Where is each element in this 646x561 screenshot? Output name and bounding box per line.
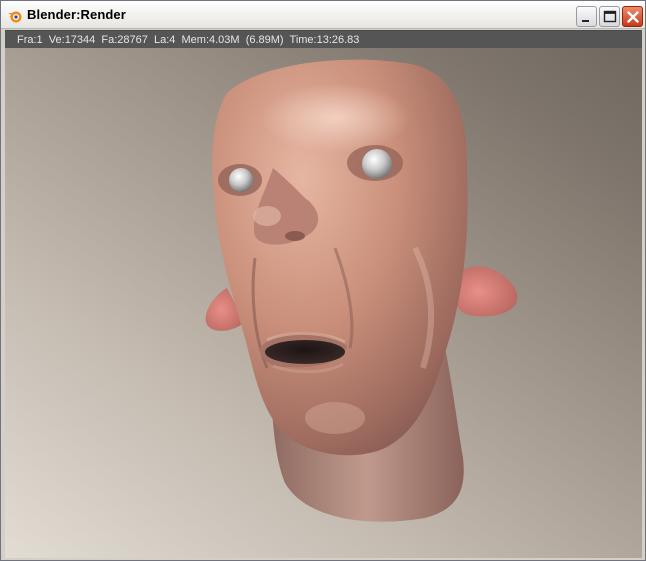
window-title: Blender:Render: [27, 7, 126, 22]
title-bar[interactable]: Blender:Render: [1, 1, 645, 29]
minimize-icon: [582, 20, 589, 22]
render-viewport: [5, 48, 642, 558]
blender-render-window: Blender:Render Fra:1 Ve:17344 Fa:28767 L…: [0, 0, 646, 561]
close-button[interactable]: [622, 6, 643, 27]
close-icon: [627, 11, 639, 23]
blender-logo-icon: [7, 8, 23, 24]
render-status-bar: Fra:1 Ve:17344 Fa:28767 La:4 Mem:4.03M (…: [5, 30, 642, 48]
maximize-icon: [603, 10, 617, 23]
rendered-head-image: [205, 59, 518, 522]
render-stats: Fra:1 Ve:17344 Fa:28767 La:4 Mem:4.03M (…: [17, 34, 360, 46]
minimize-button[interactable]: [576, 6, 597, 27]
maximize-button[interactable]: [599, 6, 620, 27]
